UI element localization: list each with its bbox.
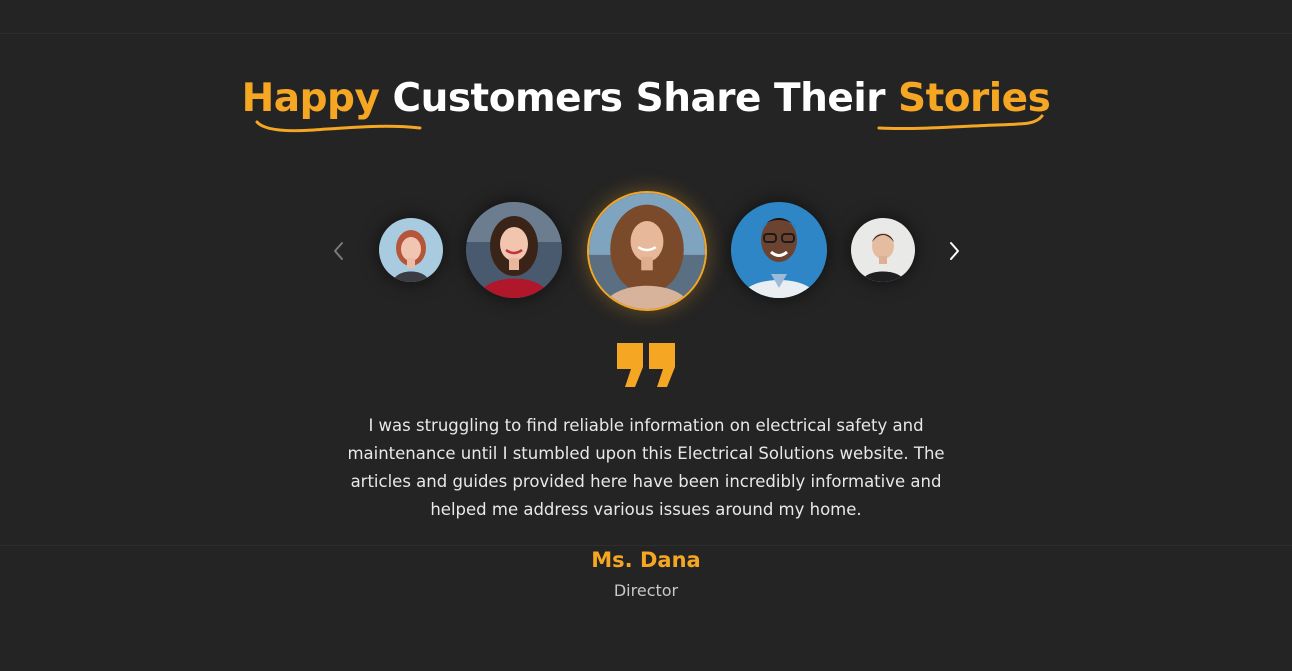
- prev-button[interactable]: [327, 239, 351, 263]
- underline-squiggle-right: [877, 114, 1044, 131]
- customer-4-avatar[interactable]: [731, 202, 827, 298]
- frame-line-top: [0, 33, 1292, 34]
- testimonials-section: Happy Customers Share Their Stories I wa…: [0, 0, 1292, 671]
- section-heading-wrap: Happy Customers Share Their Stories: [0, 74, 1292, 124]
- testimonial-text: I was struggling to find reliable inform…: [347, 416, 945, 519]
- underline-squiggle-left: [255, 120, 422, 133]
- customer-5-avatar[interactable]: [851, 218, 915, 282]
- chevron-left-icon: [334, 242, 343, 260]
- chevron-right-icon: [950, 242, 959, 260]
- heading-middle-text: Customers Share Their: [379, 76, 899, 121]
- testimonial-author-name: Ms. Dana: [591, 548, 701, 572]
- testimonial-author-role: Director: [613, 581, 679, 600]
- customer-1-avatar[interactable]: [379, 218, 443, 282]
- avatar-carousel: [0, 190, 1292, 312]
- next-button[interactable]: [942, 239, 966, 263]
- quote-icon: [617, 343, 675, 387]
- customer-3-avatar[interactable]: [587, 191, 707, 311]
- customer-2-avatar[interactable]: [466, 202, 562, 298]
- frame-line-bottom: [0, 545, 1292, 546]
